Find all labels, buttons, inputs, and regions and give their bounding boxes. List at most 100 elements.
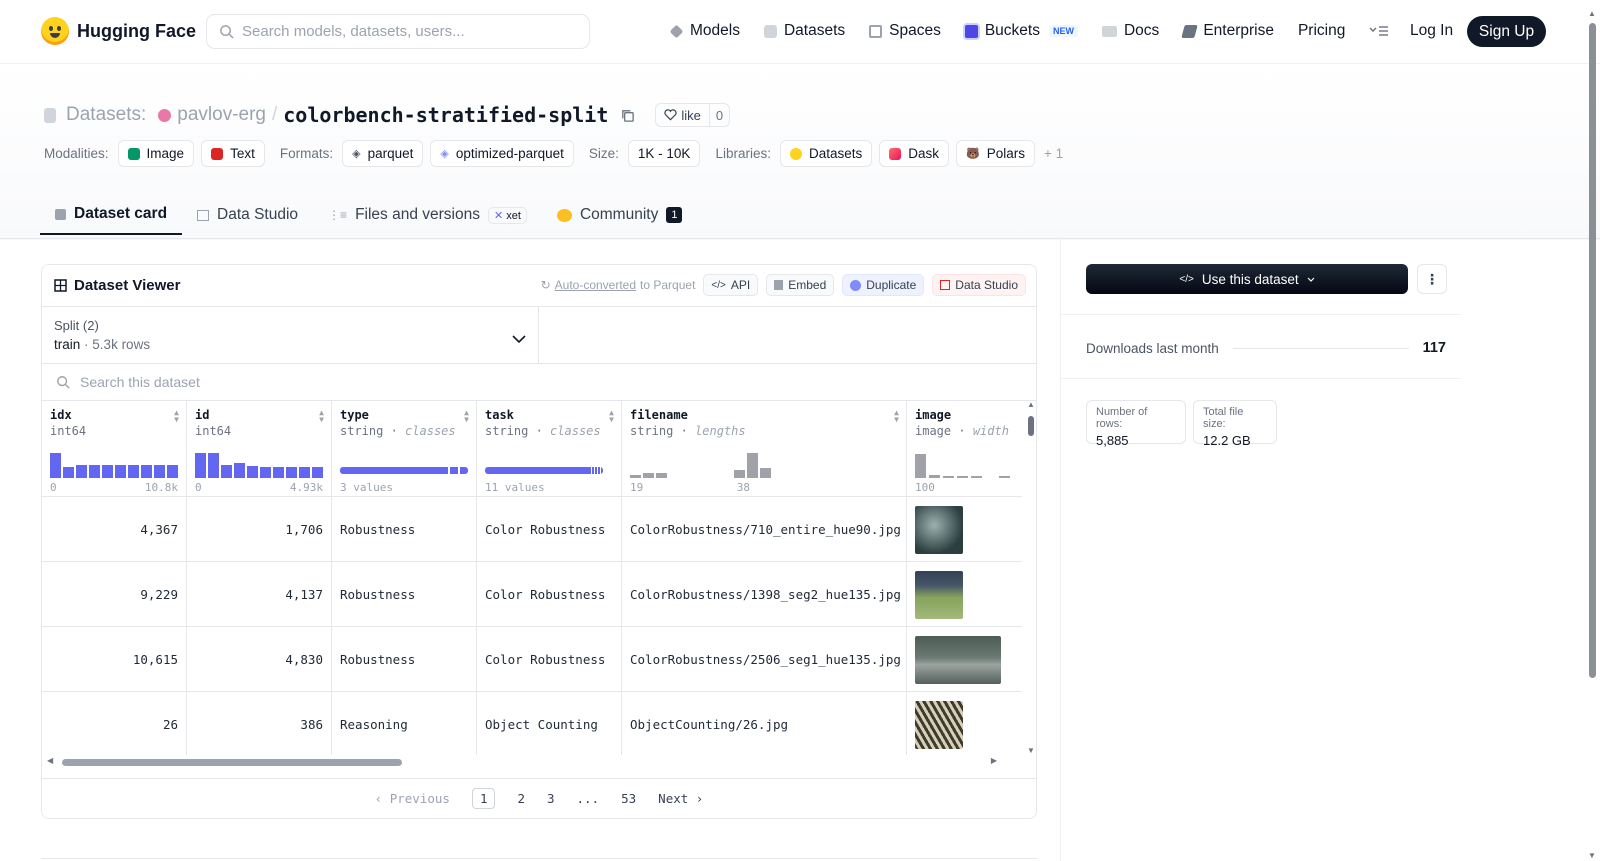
next-page-button[interactable]: Next ›: [658, 791, 703, 806]
cell-id: 4,137: [187, 562, 332, 627]
column-header-type[interactable]: type string · classes ▲ ▼ 3 values: [332, 400, 477, 497]
more-libraries[interactable]: + 1: [1044, 146, 1063, 161]
sort-icon[interactable]: ▲ ▼: [464, 409, 469, 424]
copy-icon[interactable]: [620, 108, 635, 123]
column-header-task[interactable]: task string · classes ▲ ▼ 11 values: [477, 400, 622, 497]
global-search[interactable]: [206, 14, 590, 49]
tab-community[interactable]: Community 1: [542, 195, 698, 235]
duplicate-button[interactable]: Duplicate: [842, 274, 925, 296]
datasets-label[interactable]: Datasets:: [66, 104, 146, 126]
column-type-label: string: [485, 424, 529, 438]
split-selector[interactable]: Split (2) train · 5.3k rows: [42, 307, 539, 363]
scroll-up-arrow[interactable]: ▲: [1027, 400, 1035, 409]
tag-datasets[interactable]: Datasets: [779, 140, 873, 167]
tag-parquet[interactable]: ◈ parquet: [342, 140, 424, 167]
page-2-button[interactable]: 2: [517, 791, 525, 806]
scroll-left-arrow[interactable]: ◀: [47, 756, 53, 765]
auto-converted-info[interactable]: ↻ Auto-converted to Parquet: [541, 278, 696, 292]
cell-image[interactable]: [907, 627, 1022, 692]
table-row[interactable]: 9,229 4,137 Robustness Color Robustness …: [42, 562, 1022, 627]
global-search-input[interactable]: [242, 23, 562, 40]
tag-polars[interactable]: 🐻 Polars: [956, 140, 1035, 167]
image-thumbnail[interactable]: [915, 700, 963, 749]
column-header-image[interactable]: image image · width 100: [907, 400, 1022, 497]
column-header-filename[interactable]: filename string · lengths ▲ ▼ 19 38: [622, 400, 907, 497]
tag-text[interactable]: Text: [201, 140, 265, 167]
cell-idx: 10,615: [42, 627, 187, 692]
scroll-down-arrow[interactable]: ▼: [1588, 851, 1596, 860]
cell-image[interactable]: [907, 692, 1022, 755]
sort-icon[interactable]: ▲ ▼: [319, 409, 324, 424]
viewer-vertical-scrollbar[interactable]: ▲ ▼: [1025, 400, 1036, 755]
viewer-search[interactable]: [42, 364, 1036, 401]
login-link[interactable]: Log In: [1410, 22, 1453, 40]
nav-pricing[interactable]: Pricing: [1298, 22, 1345, 40]
image-thumbnail[interactable]: [915, 570, 963, 619]
more-options-button[interactable]: ⋮: [1417, 264, 1447, 294]
to-parquet-label: to Parquet: [640, 278, 696, 292]
scroll-right-arrow[interactable]: ▶: [991, 756, 997, 765]
page-53-button[interactable]: 53: [621, 791, 636, 806]
tag-image[interactable]: Image: [117, 140, 195, 167]
sort-icon[interactable]: ▲ ▼: [609, 409, 614, 424]
image-thumbnail[interactable]: [915, 635, 1001, 684]
vertical-scroll-thumb[interactable]: [1028, 416, 1034, 436]
range-min: 19: [630, 481, 644, 494]
api-button[interactable]: </> API: [703, 274, 759, 296]
nav-enterprise[interactable]: Enterprise: [1181, 22, 1274, 40]
viewer-search-input[interactable]: [80, 374, 480, 390]
dataset-name[interactable]: colorbench-stratified-split: [283, 103, 608, 127]
kebab-icon: ⋮: [1425, 270, 1439, 287]
table-row[interactable]: 10,615 4,830 Robustness Color Robustness…: [42, 627, 1022, 692]
use-this-dataset-button[interactable]: </> Use this dataset: [1086, 264, 1408, 294]
tab-files-label: Files and versions: [355, 206, 480, 223]
scroll-down-arrow[interactable]: ▼: [1027, 746, 1035, 755]
tag-dask[interactable]: Dask: [879, 140, 950, 167]
cell-image[interactable]: [907, 497, 1022, 562]
pagination: ‹ Previous 1 2 3 ... 53 Next ›: [42, 778, 1036, 818]
like-button[interactable]: like 0: [655, 103, 731, 127]
nav-buckets[interactable]: Buckets NEW: [964, 22, 1078, 40]
dataset-tabs: Dataset card Data Studio ⋮≡ Files and ver…: [40, 195, 697, 235]
tag-size[interactable]: 1K - 10K: [627, 140, 701, 167]
nav-datasets[interactable]: Datasets: [763, 22, 845, 40]
table-row[interactable]: 4,367 1,706 Robustness Color Robustness …: [42, 497, 1022, 562]
brand-logo[interactable]: Hugging Face: [41, 17, 196, 45]
cell-task: Color Robustness: [477, 497, 622, 562]
embed-button[interactable]: Embed: [766, 274, 835, 296]
image-icon: [127, 147, 140, 160]
use-this-dataset-label: Use this dataset: [1201, 271, 1299, 287]
page-1-button[interactable]: 1: [471, 788, 496, 809]
sort-icon[interactable]: ▲ ▼: [894, 409, 899, 424]
data-studio-button[interactable]: Data Studio: [932, 274, 1026, 296]
tab-dataset-card[interactable]: Dataset card: [40, 195, 183, 235]
previous-page-button[interactable]: ‹ Previous: [375, 791, 450, 806]
auto-converted-link[interactable]: Auto-converted: [555, 278, 636, 292]
page-3-button[interactable]: 3: [547, 791, 555, 806]
column-header-id[interactable]: id int64 ▲ ▼ 0 4.93k: [187, 400, 332, 497]
page-scrollbar[interactable]: ▲ ▼: [1588, 9, 1597, 860]
scroll-up-arrow[interactable]: ▲: [1588, 9, 1596, 18]
nav-spaces[interactable]: Spaces: [869, 22, 941, 40]
downloads-sparkline: [1232, 347, 1409, 349]
page-scroll-thumb[interactable]: [1589, 23, 1596, 678]
column-header-idx[interactable]: idx int64 ▲ ▼ 0 10.8k: [42, 400, 187, 497]
duplicate-icon: [850, 279, 862, 291]
range-min: 0: [195, 481, 202, 494]
tab-files[interactable]: ⋮≡ Files and versions ✕ xet: [313, 195, 542, 235]
table-row[interactable]: 26 386 Reasoning Object Counting ObjectC…: [42, 692, 1022, 755]
tag-optimized-parquet[interactable]: ◈ optimized-parquet: [430, 140, 574, 167]
org-name[interactable]: pavlov-erg: [177, 104, 266, 126]
nav-docs[interactable]: Docs: [1101, 22, 1159, 40]
signup-button[interactable]: Sign Up: [1467, 16, 1546, 47]
cell-image[interactable]: [907, 562, 1022, 627]
page-ellipsis: ...: [576, 791, 600, 806]
tab-data-studio[interactable]: Data Studio: [182, 195, 313, 235]
viewer-horizontal-scrollbar[interactable]: ◀ ▶: [45, 755, 1005, 769]
sort-icon[interactable]: ▲ ▼: [174, 409, 179, 424]
split-label: Split (2): [54, 318, 99, 333]
nav-models[interactable]: Models: [669, 22, 740, 40]
nav-more-menu[interactable]: [1369, 25, 1389, 37]
horizontal-scroll-thumb[interactable]: [62, 759, 402, 766]
image-thumbnail[interactable]: [915, 505, 963, 554]
